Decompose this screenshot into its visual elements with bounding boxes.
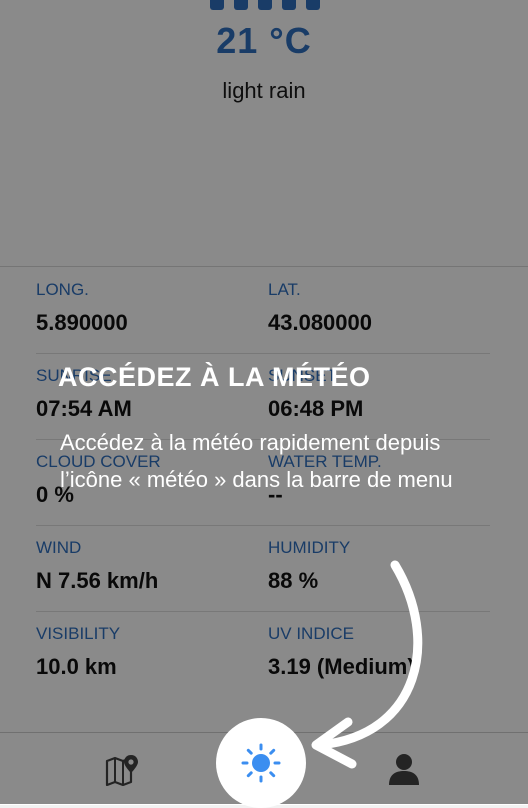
coachmark-title: ACCÉDEZ À LA MÉTÉO [58, 362, 371, 392]
coachmark-body: Accédez à la météo rapidement depuis l’i… [60, 430, 453, 492]
sun-icon [241, 743, 281, 783]
tab-weather-highlighted[interactable] [235, 737, 287, 789]
coachmark-overlay[interactable] [0, 0, 528, 804]
